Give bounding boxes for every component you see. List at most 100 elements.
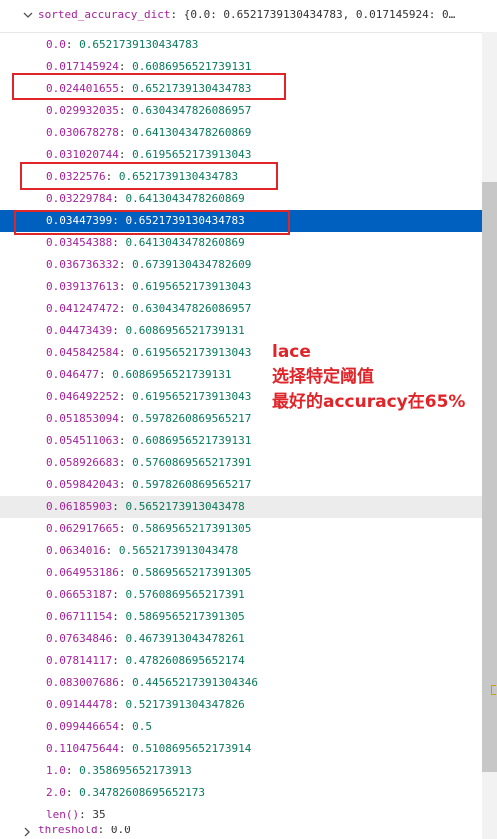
chevron-down-icon[interactable]	[22, 9, 34, 21]
item-value: 0.5978260869565217	[132, 478, 252, 491]
item-value: 0.5652173913043478	[118, 544, 239, 557]
list-item[interactable]: 0.06653187: 0.5760869565217391	[0, 584, 482, 606]
list-item-text: 0.030678278: 0.6413043478260869	[46, 126, 252, 139]
list-item[interactable]: 0.07634846: 0.4673913043478261	[0, 628, 482, 650]
variable-threshold[interactable]: threshold: 0.0	[0, 826, 482, 839]
list-item[interactable]: 0.04473439: 0.6086956521739131	[0, 320, 482, 342]
variable-header[interactable]: sorted_accuracy_dict: {0.0: 0.6521739130…	[0, 0, 497, 33]
list-item[interactable]: 0.06185903: 0.5652173913043478	[0, 496, 482, 518]
item-value: 0.5217391304347826	[125, 698, 245, 711]
item-key: 0.062917665	[46, 522, 119, 535]
item-key: 0.041247472	[46, 302, 119, 315]
item-key: 0.04473439	[46, 324, 113, 337]
item-value: 0.6195652173913043	[132, 390, 252, 403]
item-key: 0.045842584	[46, 346, 119, 359]
list-item-text: 0.054511063: 0.6086956521739131	[46, 434, 252, 447]
list-item[interactable]: 0.099446654: 0.5	[0, 716, 482, 738]
list-item[interactable]: 0.041247472: 0.6304347826086957	[0, 298, 482, 320]
item-key: 0.046477	[46, 368, 99, 381]
item-key: 0.06711154	[46, 610, 113, 623]
item-key: 0.046492252	[46, 390, 119, 403]
variable-preview: : {0.0: 0.6521739130434783, 0.017145924:…	[170, 8, 456, 21]
list-item-text: 0.064953186: 0.5869565217391305	[46, 566, 252, 579]
item-key: 0.030678278	[46, 126, 119, 139]
list-item[interactable]: 0.058926683: 0.5760869565217391	[0, 452, 482, 474]
list-item[interactable]: 0.0: 0.6521739130434783	[0, 34, 482, 56]
item-value: 0.6086956521739131	[112, 368, 232, 381]
list-item-text: 0.039137613: 0.6195652173913043	[46, 280, 252, 293]
item-value: 0.5978260869565217	[132, 412, 252, 425]
item-key: 0.054511063	[46, 434, 119, 447]
item-value: 0.5652173913043478	[125, 500, 245, 513]
list-item[interactable]: 0.110475644: 0.5108695652173914	[0, 738, 482, 760]
list-item-text: 0.036736332: 0.6739130434782609	[46, 258, 252, 271]
item-key: 0.059842043	[46, 478, 119, 491]
list-item[interactable]: 0.03229784: 0.6413043478260869	[0, 188, 482, 210]
list-item-text: 0.059842043: 0.5978260869565217	[46, 478, 252, 491]
item-value: 0.6195652173913043	[132, 346, 252, 359]
list-item-text: 0.046492252: 0.6195652173913043	[46, 390, 252, 403]
list-item-text: 0.06653187: 0.5760869565217391	[46, 588, 245, 601]
scrollbar-thumb[interactable]	[482, 182, 497, 772]
threshold-label: threshold: 0.0	[38, 826, 131, 836]
list-item[interactable]: 1.0: 0.358695652173913	[0, 760, 482, 782]
list-item-text: 0.04473439: 0.6086956521739131	[46, 324, 245, 337]
variable-name: sorted_accuracy_dict	[38, 8, 171, 21]
list-item-text: 0.03454388: 0.6413043478260869	[46, 236, 245, 249]
item-key: len()	[46, 808, 80, 821]
editor-edge-marker	[491, 685, 496, 695]
item-key: 0.017145924	[46, 60, 119, 73]
item-value: 0.6413043478260869	[125, 192, 245, 205]
list-item[interactable]: 0.039137613: 0.6195652173913043	[0, 276, 482, 298]
item-value: 0.6086956521739131	[132, 60, 252, 73]
highlight-box-3	[14, 210, 290, 235]
chevron-right-icon[interactable]	[22, 827, 32, 837]
item-value: 0.6195652173913043	[132, 280, 252, 293]
item-key: 0.07814117	[46, 654, 113, 667]
list-item[interactable]: 0.083007686: 0.44565217391304346	[0, 672, 482, 694]
item-key: 0.039137613	[46, 280, 119, 293]
item-value: 0.5760869565217391	[125, 588, 245, 601]
item-key: 0.031020744	[46, 148, 119, 161]
list-item[interactable]: 0.06711154: 0.5869565217391305	[0, 606, 482, 628]
list-item[interactable]: 0.064953186: 0.5869565217391305	[0, 562, 482, 584]
item-key: 0.09144478	[46, 698, 113, 711]
threshold-name: threshold	[38, 826, 98, 836]
item-key: 0.03229784	[46, 192, 113, 205]
list-item-text: 0.03229784: 0.6413043478260869	[46, 192, 245, 205]
item-key: 0.0	[46, 38, 66, 51]
list-item[interactable]: 2.0: 0.34782608695652173	[0, 782, 482, 804]
item-value: 0.358695652173913	[79, 764, 192, 777]
list-item[interactable]: 0.062917665: 0.5869565217391305	[0, 518, 482, 540]
list-item[interactable]: 0.059842043: 0.5978260869565217	[0, 474, 482, 496]
item-value: 35	[92, 808, 106, 821]
variable-header-label: sorted_accuracy_dict: {0.0: 0.6521739130…	[38, 8, 493, 21]
list-item[interactable]: 0.09144478: 0.5217391304347826	[0, 694, 482, 716]
list-item[interactable]: 0.07814117: 0.4782608695652174	[0, 650, 482, 672]
item-value: 0.6086956521739131	[132, 434, 252, 447]
scrollbar[interactable]	[482, 32, 497, 839]
list-item[interactable]: 0.036736332: 0.6739130434782609	[0, 254, 482, 276]
item-key: 0.058926683	[46, 456, 119, 469]
list-item-text: 0.07814117: 0.4782608695652174	[46, 654, 245, 667]
list-item[interactable]: 0.030678278: 0.6413043478260869	[0, 122, 482, 144]
annotation-line-2: 选择特定阈值	[272, 367, 374, 387]
item-value: 0.5108695652173914	[132, 742, 252, 755]
list-item-text: 1.0: 0.358695652173913	[46, 764, 192, 777]
list-item-text: 0.062917665: 0.5869565217391305	[46, 522, 252, 535]
item-value: 0.4673913043478261	[125, 632, 245, 645]
list-item[interactable]: 0.03454388: 0.6413043478260869	[0, 232, 482, 254]
item-key: 1.0	[46, 764, 66, 777]
list-item-text: 0.041247472: 0.6304347826086957	[46, 302, 252, 315]
list-item[interactable]: 0.054511063: 0.6086956521739131	[0, 430, 482, 452]
item-value: 0.6304347826086957	[132, 302, 252, 315]
threshold-value: 0.0	[110, 826, 131, 836]
len-row[interactable]: len(): 35	[0, 804, 482, 826]
item-value: 0.5869565217391305	[132, 522, 252, 535]
list-item-text: 0.051853094: 0.5978260869565217	[46, 412, 252, 425]
item-value: 0.5	[132, 720, 152, 733]
list-item-text: 0.09144478: 0.5217391304347826	[46, 698, 245, 711]
item-value: 0.6086956521739131	[125, 324, 245, 337]
list-item[interactable]: 0.0634016: 0.5652173913043478	[0, 540, 482, 562]
list-item[interactable]: 0.029932035: 0.6304347826086957	[0, 100, 482, 122]
